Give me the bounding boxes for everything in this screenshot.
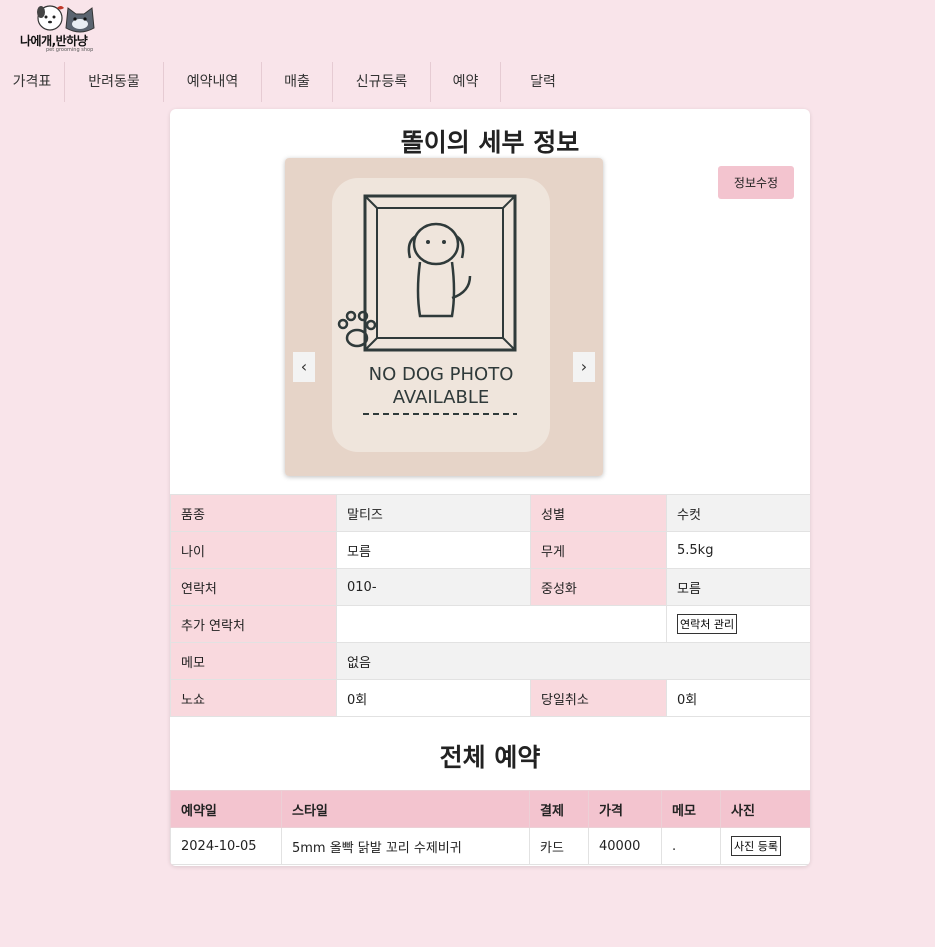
no-photo-placeholder-image: NO DOG PHOTO AVAILABLE [285,158,603,476]
table-row: 메모 없음 [170,642,810,680]
col-photo-header: 사진 [720,790,810,828]
contact-label: 연락처 [170,568,337,606]
nav-new-registration[interactable]: 신규등록 [333,62,431,102]
sex-value: 수컷 [666,494,810,532]
placeholder-line1: NO DOG PHOTO [369,364,514,385]
table-row: 노쇼 0회 당일취소 0회 [170,679,810,717]
pet-info-table: 품종 말티즈 성별 수컷 나이 모름 무게 5.5kg 연락처 010- 중성화… [170,494,810,717]
nav-price-list[interactable]: 가격표 [0,62,65,102]
neutered-value: 모름 [666,568,810,606]
extra-contact-value [336,605,667,643]
table-row: 2024-10-05 5mm 올빡 닭발 꼬리 수제비귀 카드 40000 . … [170,827,810,865]
table-row: 품종 말티즈 성별 수컷 [170,494,810,532]
nav-calendar[interactable]: 달력 [501,62,585,102]
reservation-photo-cell: 사진 등록 [720,827,810,865]
extra-contact-label: 추가 연락처 [170,605,337,643]
memo-value: 없음 [336,642,810,680]
reservation-memo: . [661,827,721,865]
noshow-label: 노쇼 [170,679,337,717]
nav-reservation-history[interactable]: 예약내역 [164,62,262,102]
edit-info-button[interactable]: 정보수정 [718,166,794,199]
contact-manage-button[interactable]: 연락처 관리 [677,614,738,634]
pet-photo-carousel: NO DOG PHOTO AVAILABLE ‹ › [285,158,603,476]
main-nav: 가격표 반려동물 예약내역 매출 신규등록 예약 달력 [0,62,585,102]
photo-next-button[interactable]: › [573,352,595,382]
pet-detail-card: 똘이의 세부 정보 정보수정 NO DOG PHOTO AVAILABLE ‹ … [170,109,810,866]
nav-reservation[interactable]: 예약 [431,62,501,102]
table-header-row: 예약일 스타일 결제 가격 메모 사진 [170,790,810,828]
col-date-header: 예약일 [170,790,282,828]
reservation-date: 2024-10-05 [170,827,282,865]
reservation-style: 5mm 올빡 닭발 꼬리 수제비귀 [281,827,530,865]
neutered-label: 중성화 [530,568,667,606]
contact-manage-cell: 연락처 관리 [666,605,810,643]
photo-prev-button[interactable]: ‹ [293,352,315,382]
same-day-cancel-label: 당일취소 [530,679,667,717]
reservations-table: 예약일 스타일 결제 가격 메모 사진 2024-10-05 5mm 올빡 닭발… [170,790,810,865]
reservation-payment: 카드 [529,827,589,865]
col-style-header: 스타일 [281,790,530,828]
col-price-header: 가격 [588,790,662,828]
table-row: 나이 모름 무게 5.5kg [170,531,810,569]
brand-logo[interactable]: 나에개,반하냥 pet grooming shop [18,2,118,54]
col-memo-header: 메모 [661,790,721,828]
breed-value: 말티즈 [336,494,531,532]
placeholder-line2: AVAILABLE [393,387,489,408]
nav-pets[interactable]: 반려동물 [65,62,164,102]
table-row: 추가 연락처 연락처 관리 [170,605,810,643]
weight-value: 5.5kg [666,531,810,569]
weight-label: 무게 [530,531,667,569]
same-day-cancel-value: 0회 [666,679,810,717]
photo-register-button[interactable]: 사진 등록 [731,836,781,856]
col-payment-header: 결제 [529,790,589,828]
age-label: 나이 [170,531,337,569]
memo-label: 메모 [170,642,337,680]
reservation-price: 40000 [588,827,662,865]
nav-sales[interactable]: 매출 [262,62,333,102]
contact-value: 010- [336,568,531,606]
pet-detail-title: 똘이의 세부 정보 [400,128,580,157]
table-row: 연락처 010- 중성화 모름 [170,568,810,606]
dog-cat-logo-icon [37,5,95,33]
noshow-value: 0회 [336,679,531,717]
breed-label: 품종 [170,494,337,532]
brand-tagline: pet grooming shop [46,47,94,53]
age-value: 모름 [336,531,531,569]
all-reservations-title: 전체 예약 [439,743,541,772]
sex-label: 성별 [530,494,667,532]
